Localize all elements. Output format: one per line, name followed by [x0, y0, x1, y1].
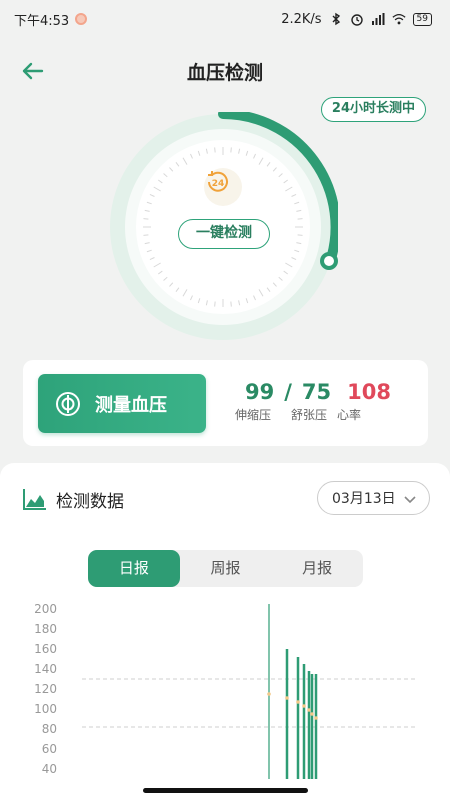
progress-handle[interactable] — [320, 252, 338, 270]
battery-icon: 59 — [412, 12, 432, 26]
dial-tick — [143, 218, 149, 220]
header: 血压检测 — [0, 48, 450, 92]
y-tick-label: 100 — [34, 702, 57, 716]
heart-rate-label: 心率 — [337, 408, 362, 422]
notification-icon — [75, 13, 88, 25]
systolic-value: 99 — [245, 380, 275, 404]
date-value: 03月13日 — [332, 491, 396, 507]
dial-tick — [297, 234, 303, 236]
chevron-down-icon — [404, 496, 416, 504]
y-tick-label: 180 — [34, 622, 57, 636]
wifi-icon — [391, 13, 406, 25]
diastolic-value: 75 — [301, 380, 332, 404]
bp-point — [285, 696, 289, 700]
alarm-icon — [350, 14, 363, 26]
measure-icon — [56, 391, 80, 416]
y-tick-label: 200 — [34, 602, 57, 616]
dial-tick — [214, 301, 216, 307]
tab-weekly[interactable]: 周报 — [180, 550, 272, 587]
dial-tick — [143, 234, 149, 236]
status-left: 下午4:53 — [14, 10, 88, 29]
network-speed: 2.2K/s — [281, 11, 322, 27]
dial-tick — [230, 147, 232, 153]
y-tick-label: 80 — [42, 722, 57, 736]
dial-tick — [230, 301, 232, 307]
bp-point — [267, 692, 271, 696]
y-tick-label: 60 — [42, 742, 57, 756]
bp-chart: 200 180 160 140 120 100 80 60 40 — [34, 602, 418, 779]
heart-rate-value: 108 — [347, 380, 391, 404]
status-right: 2.2K/s 59 — [281, 12, 432, 27]
home-indicator[interactable] — [143, 788, 308, 793]
diastolic-label: 舒张压 — [291, 408, 328, 422]
bp-separator: / — [284, 380, 292, 404]
timer-icon-text: 24 — [212, 179, 225, 189]
y-tick-label: 40 — [42, 762, 57, 776]
measure-dial: 24 一键检测 — [108, 112, 338, 342]
status-time: 下午4:53 — [14, 13, 70, 29]
status-bar: 下午4:53 2.2K/s 59 — [0, 0, 450, 38]
detection-data-panel: 检测数据 03月13日 日报 周报 月报 200 180 160 140 120 100 8… — [0, 463, 450, 800]
one-key-detect-button[interactable]: 一键检测 — [178, 219, 270, 249]
bluetooth-icon — [332, 12, 340, 26]
bp-readings: 99 / 75 108 伸缩压 舒张压 心率 — [235, 380, 415, 423]
tab-daily[interactable]: 日报 — [88, 550, 180, 587]
dial-tick — [214, 147, 216, 153]
measure-card: 测量血压 99 / 75 108 伸缩压 舒张压 心率 — [23, 360, 428, 446]
bp-point — [310, 712, 314, 716]
dial-tick — [297, 218, 303, 220]
measure-bp-button[interactable]: 测量血压 — [38, 374, 206, 433]
measure-bp-label: 测量血压 — [95, 394, 167, 416]
signal-icon — [371, 13, 385, 25]
bp-point — [307, 708, 311, 712]
bp-point — [314, 716, 318, 720]
tab-monthly[interactable]: 月报 — [271, 550, 363, 587]
report-tabs: 日报 周报 月报 — [88, 550, 363, 587]
date-selector[interactable]: 03月13日 — [317, 481, 430, 515]
panel-title: 检测数据 — [56, 492, 124, 512]
y-tick-label: 160 — [34, 642, 57, 656]
24h-timer-icon: 24 — [204, 168, 242, 206]
bp-point — [302, 704, 306, 708]
y-tick-label: 120 — [34, 682, 57, 696]
page-title: 血压检测 — [186, 62, 263, 84]
y-tick-label: 140 — [34, 662, 57, 676]
chart-icon — [23, 489, 46, 510]
bp-point — [296, 700, 300, 704]
systolic-label: 伸缩压 — [235, 408, 272, 422]
